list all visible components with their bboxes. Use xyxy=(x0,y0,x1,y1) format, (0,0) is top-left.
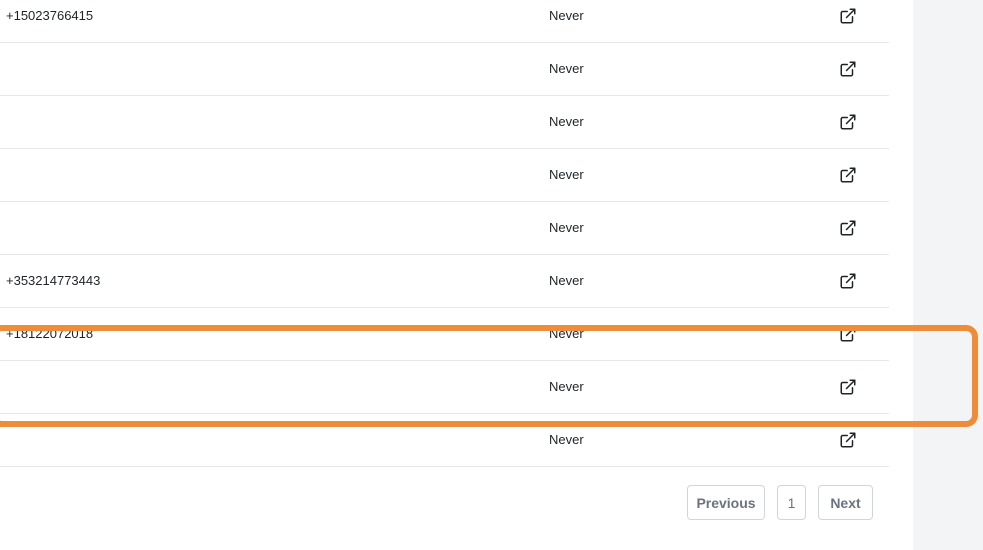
previous-page-button[interactable]: Previous xyxy=(687,485,765,520)
table-row: +15023766415 Never xyxy=(0,0,889,43)
table-row: Never xyxy=(0,361,889,414)
external-link-icon[interactable] xyxy=(838,59,858,79)
external-link-icon[interactable] xyxy=(838,6,858,26)
table-row: Never xyxy=(0,96,889,149)
last-active-cell: Never xyxy=(549,379,584,394)
external-link-icon[interactable] xyxy=(838,112,858,132)
right-panel-background xyxy=(913,0,983,550)
page-number-button[interactable]: 1 xyxy=(777,485,806,520)
phone-cell: +353214773443 xyxy=(6,273,101,288)
external-link-icon[interactable] xyxy=(838,377,858,397)
last-active-cell: Never xyxy=(549,273,584,288)
table-row: +353214773443 Never xyxy=(0,255,889,308)
last-active-cell: Never xyxy=(549,167,584,182)
last-active-cell: Never xyxy=(549,8,584,23)
last-active-cell: Never xyxy=(549,114,584,129)
table-row: Never xyxy=(0,202,889,255)
table-row: +18122072018 Never xyxy=(0,308,889,361)
external-link-icon[interactable] xyxy=(838,165,858,185)
table-row: Never xyxy=(0,43,889,96)
table-row: Never xyxy=(0,414,889,467)
users-table: +15023766415 Never Never Never Never Nev… xyxy=(0,0,889,467)
external-link-icon[interactable] xyxy=(838,218,858,238)
phone-cell: +18122072018 xyxy=(6,326,94,341)
last-active-cell: Never xyxy=(549,220,584,235)
external-link-icon[interactable] xyxy=(838,430,858,450)
external-link-icon[interactable] xyxy=(838,271,858,291)
next-page-button[interactable]: Next xyxy=(818,485,873,520)
last-active-cell: Never xyxy=(549,326,584,341)
last-active-cell: Never xyxy=(549,61,584,76)
table-row: Never xyxy=(0,149,889,202)
phone-cell: +15023766415 xyxy=(6,8,94,23)
external-link-icon[interactable] xyxy=(838,324,858,344)
last-active-cell: Never xyxy=(549,432,584,447)
pagination: Previous 1 Next xyxy=(687,485,873,520)
